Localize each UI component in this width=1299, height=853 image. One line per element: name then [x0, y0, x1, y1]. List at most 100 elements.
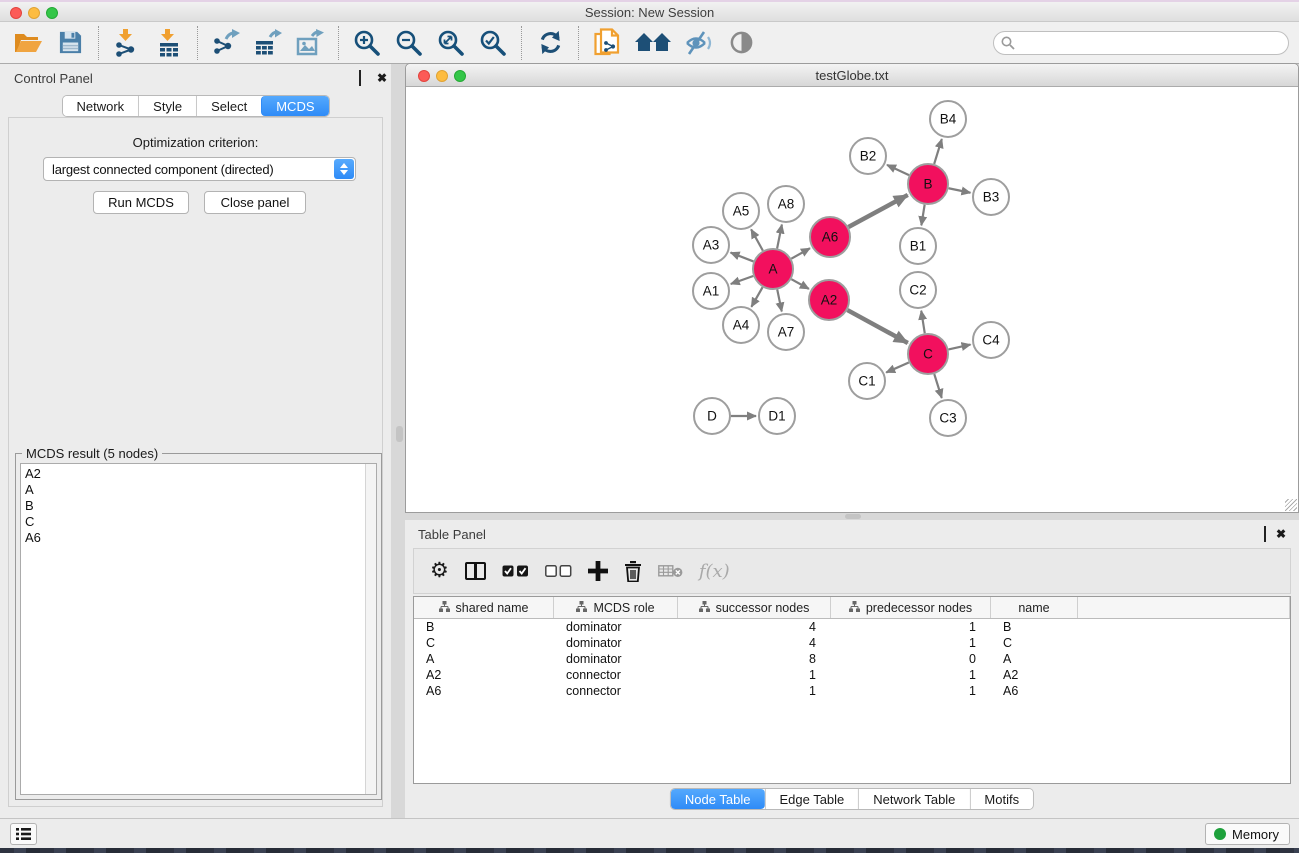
import-network-icon[interactable]: [111, 27, 143, 59]
tab-mcds[interactable]: MCDS: [261, 96, 328, 116]
table-cell[interactable]: dominator: [554, 620, 678, 634]
float-panel-icon[interactable]: [359, 72, 361, 84]
graph-edge-A-A1[interactable]: [731, 276, 753, 284]
mcds-result-item[interactable]: A2: [21, 466, 376, 482]
table-cell[interactable]: 0: [831, 652, 991, 666]
column-header-shared-name[interactable]: shared name: [414, 597, 554, 618]
function-builder-icon[interactable]: f(x): [699, 556, 730, 586]
network-canvas[interactable]: B4B2BB3A8A5A6A3B1AC2A1A2A4A7C4CC1DD1C3: [406, 87, 1298, 512]
export-network-icon[interactable]: [210, 27, 242, 59]
tab-style[interactable]: Style: [138, 96, 196, 116]
home-network-icon[interactable]: [633, 27, 673, 59]
graph-edge-C-C1[interactable]: [886, 362, 909, 372]
table-cell[interactable]: A6: [414, 684, 554, 698]
graph-edge-A-A2[interactable]: [791, 279, 809, 289]
table-cell[interactable]: 1: [831, 620, 991, 634]
deselect-all-icon[interactable]: [545, 556, 572, 586]
close-panel-button[interactable]: Close panel: [204, 191, 306, 214]
graph-edge-A-A6[interactable]: [791, 248, 810, 258]
tab-select[interactable]: Select: [196, 96, 261, 116]
table-cell[interactable]: A2: [414, 668, 554, 682]
tab-network[interactable]: Network: [62, 96, 138, 116]
graph-edge-A-A8[interactable]: [777, 225, 782, 249]
open-file-icon[interactable]: [12, 27, 44, 59]
graph-edge-B-B2[interactable]: [887, 165, 909, 175]
tab-edge-table[interactable]: Edge Table: [764, 789, 858, 809]
graph-edge-C-C2[interactable]: [921, 311, 925, 334]
delete-table-icon[interactable]: [658, 556, 683, 586]
import-table-icon[interactable]: [153, 27, 185, 59]
splitter-scroll-thumb-horizontal[interactable]: [845, 514, 861, 519]
table-row[interactable]: Bdominator41B: [414, 619, 1290, 635]
tab-node-table[interactable]: Node Table: [671, 789, 765, 809]
save-session-icon[interactable]: [54, 27, 86, 59]
mcds-result-item[interactable]: A: [21, 482, 376, 498]
graph-edge-A2-C[interactable]: [847, 310, 907, 343]
refresh-icon[interactable]: [534, 27, 566, 59]
table-cell[interactable]: A6: [991, 684, 1078, 698]
close-panel-icon[interactable]: ✖: [377, 72, 387, 84]
table-cell[interactable]: connector: [554, 668, 678, 682]
graph-edge-A-A7[interactable]: [777, 290, 782, 312]
graph-edge-B-B1[interactable]: [921, 205, 924, 226]
column-header-name[interactable]: name: [991, 597, 1078, 618]
column-header-predecessor-nodes[interactable]: predecessor nodes: [831, 597, 991, 618]
graph-edge-A-A5[interactable]: [751, 229, 763, 250]
zoom-in-icon[interactable]: [351, 27, 383, 59]
close-table-panel-icon[interactable]: ✖: [1276, 528, 1286, 540]
zoom-selected-icon[interactable]: [477, 27, 509, 59]
search-input[interactable]: [993, 31, 1289, 55]
table-cell[interactable]: A2: [991, 668, 1078, 682]
network-graph[interactable]: B4B2BB3A8A5A6A3B1AC2A1A2A4A7C4CC1DD1C3: [406, 87, 1298, 512]
graph-edge-A-A3[interactable]: [731, 253, 754, 262]
table-cell[interactable]: 8: [678, 652, 831, 666]
graph-edge-B-B4[interactable]: [934, 139, 942, 164]
column-header-successor-nodes[interactable]: successor nodes: [678, 597, 831, 618]
mcds-result-item[interactable]: C: [21, 514, 376, 530]
hide-selected-icon[interactable]: [683, 27, 715, 59]
graph-edge-C-C4[interactable]: [948, 345, 970, 350]
table-row[interactable]: A2connector11A2: [414, 667, 1290, 683]
window-resize-grip[interactable]: [1285, 499, 1297, 511]
column-visibility-icon[interactable]: [465, 556, 486, 586]
tab-network-table[interactable]: Network Table: [858, 789, 969, 809]
memory-button[interactable]: Memory: [1205, 823, 1290, 845]
table-cell[interactable]: 1: [678, 684, 831, 698]
show-panel-list-button[interactable]: [10, 823, 37, 845]
splitter-scroll-thumb-vertical[interactable]: [396, 426, 403, 442]
add-column-icon[interactable]: [588, 556, 608, 586]
graph-edge-A6-B[interactable]: [848, 195, 907, 227]
table-row[interactable]: Adominator80A: [414, 651, 1290, 667]
graph-edge-B-B3[interactable]: [949, 188, 971, 193]
table-cell[interactable]: 4: [678, 636, 831, 650]
delete-column-icon[interactable]: [624, 556, 642, 586]
table-options-icon[interactable]: ⚙: [430, 556, 449, 586]
run-mcds-button[interactable]: Run MCDS: [93, 191, 189, 214]
mcds-result-item[interactable]: B: [21, 498, 376, 514]
duplicate-network-icon[interactable]: [591, 27, 623, 59]
graph-edge-A-A4[interactable]: [751, 287, 762, 307]
table-cell[interactable]: 1: [831, 636, 991, 650]
float-table-panel-icon[interactable]: [1264, 528, 1266, 540]
select-all-icon[interactable]: [502, 556, 529, 586]
criterion-dropdown[interactable]: largest connected component (directed): [43, 157, 356, 181]
graph-edge-C-C3[interactable]: [934, 374, 941, 398]
table-cell[interactable]: B: [414, 620, 554, 634]
zoom-fit-icon[interactable]: [435, 27, 467, 59]
zoom-out-icon[interactable]: [393, 27, 425, 59]
table-cell[interactable]: 1: [678, 668, 831, 682]
table-cell[interactable]: 1: [831, 668, 991, 682]
table-row[interactable]: Cdominator41C: [414, 635, 1290, 651]
table-cell[interactable]: connector: [554, 684, 678, 698]
mcds-result-item[interactable]: A6: [21, 530, 376, 546]
table-cell[interactable]: 1: [831, 684, 991, 698]
table-cell[interactable]: A: [414, 652, 554, 666]
table-cell[interactable]: dominator: [554, 636, 678, 650]
table-cell[interactable]: C: [991, 636, 1078, 650]
export-image-icon[interactable]: [294, 27, 326, 59]
table-cell[interactable]: 4: [678, 620, 831, 634]
table-cell[interactable]: dominator: [554, 652, 678, 666]
show-all-icon[interactable]: [725, 27, 757, 59]
result-list-scrollbar[interactable]: [365, 464, 376, 794]
table-cell[interactable]: C: [414, 636, 554, 650]
